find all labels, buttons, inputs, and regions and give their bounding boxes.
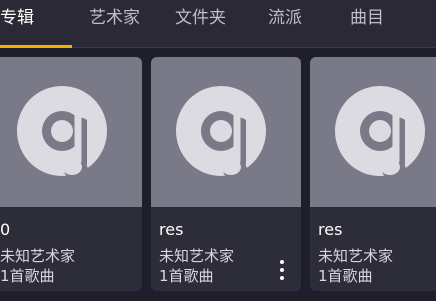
- album-track-count: 1首歌曲: [0, 267, 55, 285]
- album-artwork: [151, 57, 301, 207]
- album-icon: [176, 86, 266, 180]
- tab-albums[interactable]: 专辑: [0, 0, 34, 48]
- album-artist: 未知艺术家: [318, 247, 394, 265]
- more-options-dot: [280, 260, 284, 264]
- album-title: res: [318, 220, 343, 239]
- bottom-edge-shadow: [0, 291, 436, 301]
- album-card[interactable]: res 未知艺术家 1首歌曲: [310, 57, 436, 291]
- album-artwork: [310, 57, 436, 207]
- album-artist: 未知艺术家: [0, 247, 76, 265]
- album-icon: [17, 86, 107, 180]
- album-artwork: [0, 57, 142, 207]
- album-meta: res 未知艺术家 1首歌曲: [310, 207, 436, 291]
- album-card[interactable]: 0 未知艺术家 1首歌曲: [0, 57, 142, 291]
- tab-tracks[interactable]: 曲目: [350, 0, 384, 48]
- album-meta: 0 未知艺术家 1首歌曲: [0, 207, 142, 291]
- album-track-count: 1首歌曲: [159, 267, 214, 285]
- album-icon: [335, 86, 425, 180]
- tab-genres[interactable]: 流派: [268, 0, 302, 48]
- album-artist: 未知艺术家: [159, 247, 235, 265]
- tab-folders[interactable]: 文件夹: [175, 0, 226, 48]
- album-title: res: [159, 220, 184, 239]
- music-library-screen: 专辑 艺术家 文件夹 流派 曲目 0 未知艺术家 1首歌曲 res 未知艺术家 …: [0, 0, 436, 301]
- library-tab-bar: 专辑 艺术家 文件夹 流派 曲目: [0, 0, 436, 48]
- more-options-dot: [280, 276, 284, 280]
- album-title: 0: [0, 220, 11, 239]
- active-tab-indicator: [0, 45, 72, 48]
- tab-artists[interactable]: 艺术家: [89, 0, 140, 48]
- more-options-button[interactable]: [277, 258, 287, 282]
- album-track-count: 1首歌曲: [318, 267, 373, 285]
- more-options-dot: [280, 268, 284, 272]
- album-meta: res 未知艺术家 1首歌曲: [151, 207, 301, 291]
- album-card[interactable]: res 未知艺术家 1首歌曲: [151, 57, 301, 291]
